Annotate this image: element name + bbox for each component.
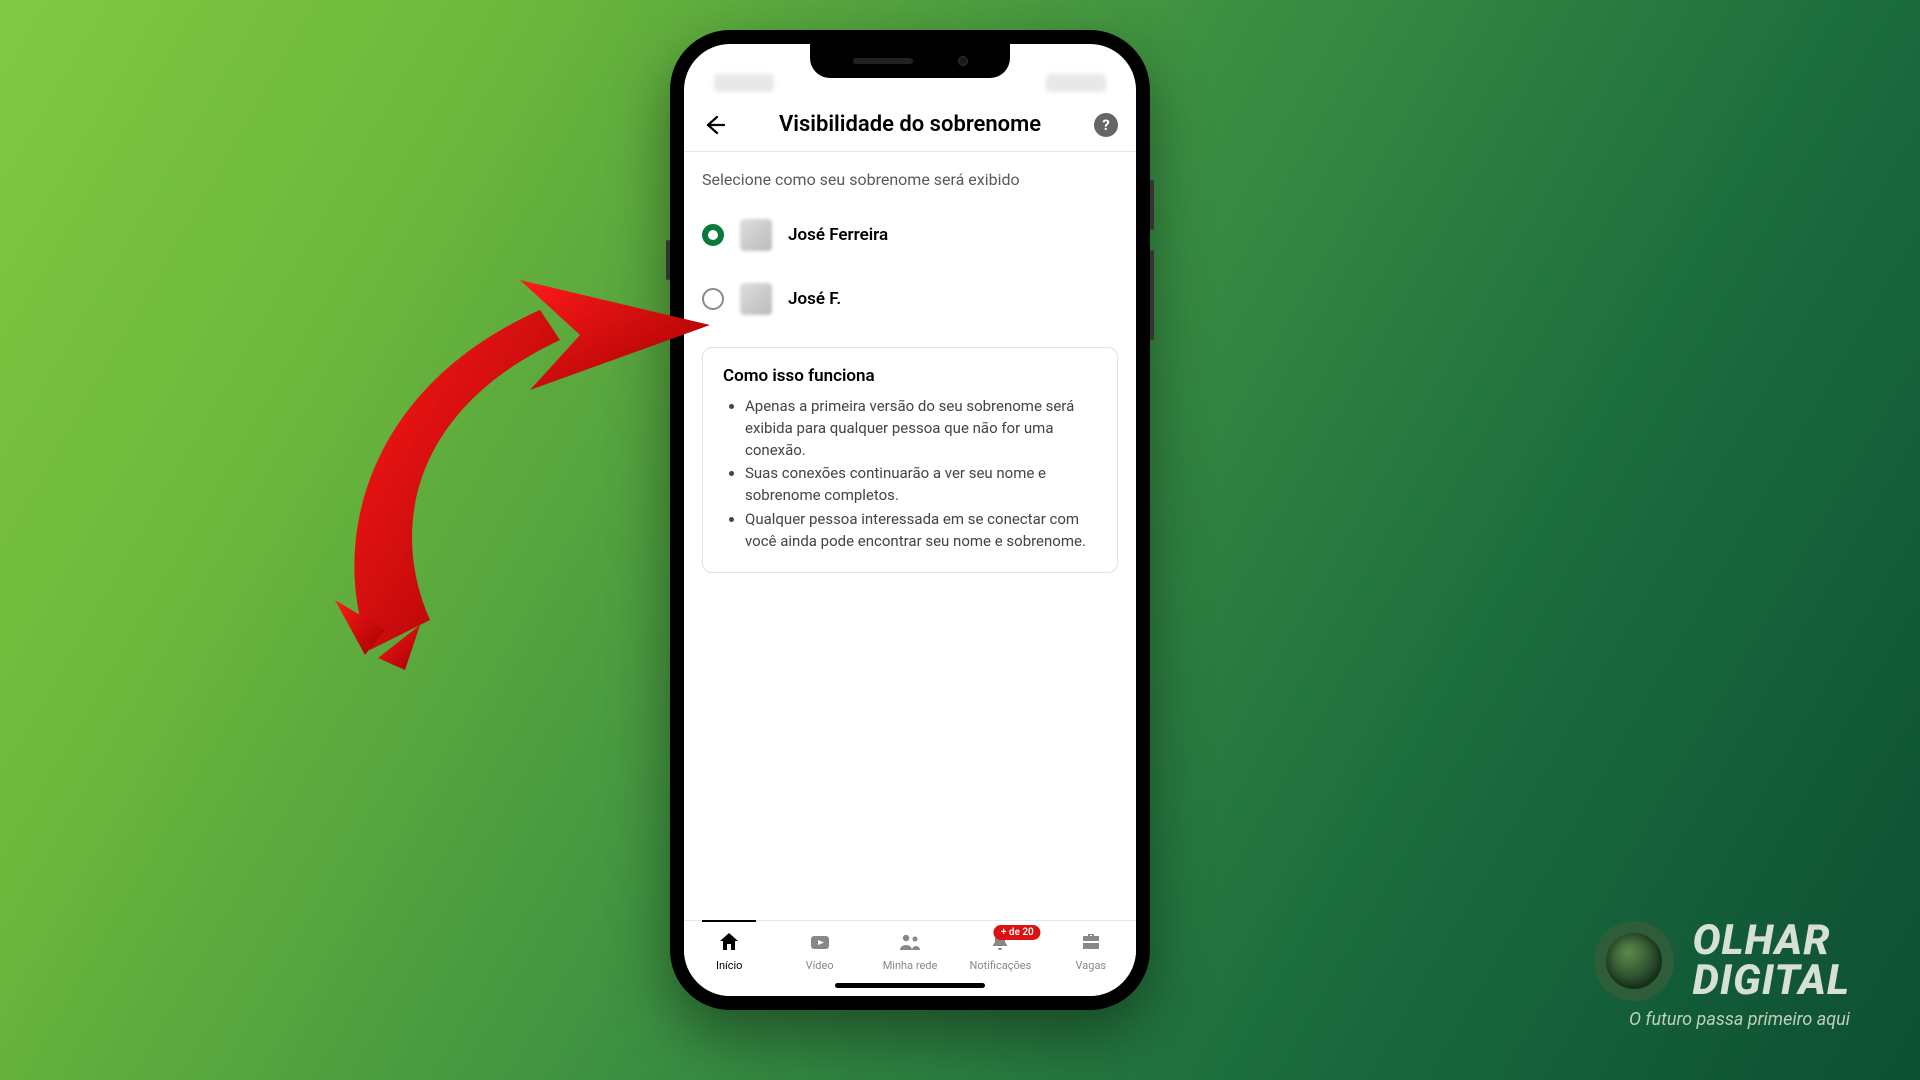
back-arrow-icon[interactable] bbox=[702, 113, 726, 137]
nav-label: Início bbox=[716, 959, 743, 972]
help-icon[interactable]: ? bbox=[1094, 113, 1118, 137]
avatar bbox=[740, 219, 772, 251]
info-bullet: Qualquer pessoa interessada em se conect… bbox=[745, 509, 1097, 553]
info-list: Apenas a primeira versão do seu sobrenom… bbox=[723, 396, 1097, 552]
nav-home[interactable]: Início bbox=[684, 929, 774, 972]
brand-ring-icon bbox=[1594, 921, 1674, 1001]
video-icon bbox=[807, 929, 833, 955]
home-indicator bbox=[835, 983, 985, 988]
status-icons-blurred bbox=[1046, 74, 1106, 92]
notification-badge: + de 20 bbox=[994, 925, 1041, 940]
radio-icon bbox=[702, 224, 724, 246]
radio-icon bbox=[702, 288, 724, 310]
briefcase-icon bbox=[1078, 929, 1104, 955]
nav-video[interactable]: Vídeo bbox=[774, 929, 864, 972]
info-bullet: Apenas a primeira versão do seu sobrenom… bbox=[745, 396, 1097, 461]
nav-label: Minha rede bbox=[883, 959, 938, 972]
annotation-arrow-icon bbox=[310, 270, 730, 690]
radio-option-full-name[interactable]: José Ferreira bbox=[702, 219, 1118, 251]
brand-name: OLHAR DIGITAL bbox=[1692, 921, 1850, 1001]
home-icon bbox=[716, 929, 742, 955]
nav-label: Notificações bbox=[970, 959, 1032, 972]
page-title: Visibilidade do sobrenome bbox=[726, 112, 1094, 137]
nav-label: Vagas bbox=[1076, 959, 1107, 972]
info-title: Como isso funciona bbox=[723, 366, 1097, 386]
brand-tagline: O futuro passa primeiro aqui bbox=[1629, 1009, 1850, 1030]
info-box: Como isso funciona Apenas a primeira ver… bbox=[702, 347, 1118, 573]
phone-side-button bbox=[1150, 180, 1154, 230]
phone-screen: Visibilidade do sobrenome ? Selecione co… bbox=[684, 44, 1136, 996]
radio-label: José Ferreira bbox=[788, 225, 888, 245]
phone-frame: Visibilidade do sobrenome ? Selecione co… bbox=[670, 30, 1150, 1010]
phone-side-button bbox=[666, 240, 670, 280]
radio-option-initial[interactable]: José F. bbox=[702, 283, 1118, 315]
status-time-blurred bbox=[714, 74, 774, 92]
phone-side-button bbox=[1150, 250, 1154, 340]
content-area: Selecione como seu sobrenome será exibid… bbox=[684, 152, 1136, 920]
info-bullet: Suas conexões continuarão a ver seu nome… bbox=[745, 463, 1097, 507]
radio-label: José F. bbox=[788, 289, 841, 309]
avatar bbox=[740, 283, 772, 315]
nav-network[interactable]: Minha rede bbox=[865, 929, 955, 972]
app-header: Visibilidade do sobrenome ? bbox=[684, 98, 1136, 152]
network-icon bbox=[897, 929, 923, 955]
nav-notifications[interactable]: + de 20 Notificações bbox=[955, 929, 1045, 972]
nav-jobs[interactable]: Vagas bbox=[1046, 929, 1136, 972]
brand-logo: OLHAR DIGITAL O futuro passa primeiro aq… bbox=[1594, 921, 1850, 1030]
phone-notch bbox=[810, 44, 1010, 78]
subtitle: Selecione como seu sobrenome será exibid… bbox=[702, 170, 1118, 189]
nav-label: Vídeo bbox=[806, 959, 834, 972]
